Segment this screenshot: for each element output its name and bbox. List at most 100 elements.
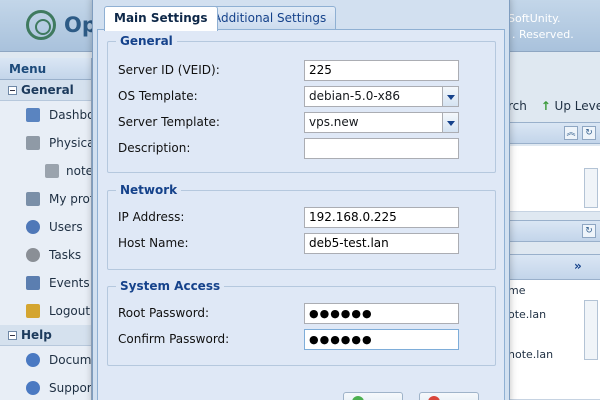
os-template-select[interactable]: debian-5.0-x86 [304, 86, 459, 107]
support-icon [26, 381, 40, 395]
fieldset-legend: Network [116, 183, 182, 197]
sidebar-item-label: Documer [49, 353, 91, 367]
description-label: Description: [118, 141, 191, 155]
os-template-label: OS Template: [118, 89, 198, 103]
sidebar-item-label: Tasks [49, 248, 82, 262]
sidebar-item-label: My profil [49, 192, 91, 206]
profile-icon [26, 192, 40, 206]
main-toolbar: rch ↑ Up Level [508, 94, 600, 118]
collapse-icon[interactable] [8, 86, 17, 95]
sidebar-item-dashboard[interactable]: Dashbo [0, 101, 91, 129]
refresh-icon[interactable]: ↻ [582, 126, 596, 140]
ip-address-row: IP Address: 192.168.0.225 [118, 207, 488, 229]
tab-body: General Server ID (VEID): 225 OS Templat… [97, 30, 505, 400]
cancel-icon [428, 396, 440, 400]
copyright-line-2: . Reserved. [512, 28, 574, 41]
server-template-row: Server Template: vps.new [118, 112, 488, 134]
fieldset-general: General Server ID (VEID): 225 OS Templat… [107, 34, 496, 173]
main-area: rch ↑ Up Level ︽ ↻ ↻ » me ote.lan note.l… [508, 58, 600, 400]
server-icon [26, 136, 40, 150]
sidebar-item-label: note. [66, 164, 91, 178]
sidebar-item-physical[interactable]: Physical [0, 129, 91, 157]
root-password-label: Root Password: [118, 306, 210, 320]
grid-cell: note.lan [508, 348, 554, 361]
collapse-icon[interactable] [8, 331, 17, 340]
sidebar-item-logout[interactable]: Logout [0, 297, 91, 325]
sidebar-group-help[interactable]: Help [0, 325, 91, 346]
sidebar: Menu General Dashbo Physical note. My pr… [0, 58, 92, 400]
confirm-password-label: Confirm Password: [118, 332, 230, 346]
grid-header-cell: me [508, 284, 526, 297]
sidebar-item-label: Physical [49, 136, 91, 150]
sidebar-item-tasks[interactable]: Tasks [0, 241, 91, 269]
server-template-value[interactable]: vps.new [304, 112, 443, 133]
sidebar-item-label: Logout [49, 304, 91, 318]
users-icon [26, 220, 40, 234]
chevron-down-icon[interactable] [442, 112, 459, 133]
panel-header: ↻ [508, 220, 600, 242]
dashboard-icon [26, 108, 40, 122]
servers-grid [508, 146, 600, 212]
sidebar-item-documentation[interactable]: Documer [0, 346, 91, 374]
ip-address-label: IP Address: [118, 210, 185, 224]
help-icon [26, 353, 40, 367]
server-id-label: Server ID (VEID): [118, 63, 220, 77]
panel-header: » [508, 254, 600, 280]
copyright-line-1: SoftUnity. [508, 12, 561, 25]
sidebar-item-events-log[interactable]: Events lo [0, 269, 91, 297]
root-password-input[interactable]: ●●●●●● [304, 303, 459, 324]
grid-cell: ote.lan [508, 308, 547, 321]
fieldset-network: Network IP Address: 192.168.0.225 Host N… [107, 183, 496, 270]
sidebar-item-node[interactable]: note. [0, 157, 91, 185]
sidebar-item-label: Support [49, 381, 91, 395]
tasks-grid: me ote.lan note.lan [508, 280, 600, 400]
sidebar-item-label: Users [49, 220, 83, 234]
os-template-value[interactable]: debian-5.0-x86 [304, 86, 443, 107]
fieldset-legend: General [116, 34, 177, 48]
up-arrow-icon: ↑ [540, 99, 551, 113]
panel-header: ︽ ↻ [508, 122, 600, 144]
sidebar-group-general[interactable]: General [0, 80, 91, 101]
server-template-select[interactable]: vps.new [304, 112, 459, 133]
confirm-password-input[interactable]: ●●●●●● [304, 329, 459, 350]
description-input[interactable] [304, 138, 459, 159]
tab-strip: Main Settings Additional Settings [93, 0, 511, 31]
ip-address-input[interactable]: 192.168.0.225 [304, 207, 459, 228]
tab-main-settings[interactable]: Main Settings [104, 6, 218, 31]
sidebar-title: Menu [0, 58, 91, 80]
root-password-row: Root Password: ●●●●●● [118, 303, 488, 325]
os-template-row: OS Template: debian-5.0-x86 [118, 86, 488, 108]
server-id-input[interactable]: 225 [304, 60, 459, 81]
logout-icon [26, 304, 40, 318]
cancel-button[interactable] [419, 392, 479, 400]
server-id-row: Server ID (VEID): 225 [118, 60, 488, 82]
search-button[interactable]: rch [508, 99, 527, 113]
tab-additional-settings[interactable]: Additional Settings [203, 6, 337, 30]
sidebar-item-label: Dashbo [49, 108, 91, 122]
up-level-button[interactable]: Up Level [555, 99, 600, 113]
host-name-input[interactable]: deb5-test.lan [304, 233, 459, 254]
sidebar-group-label: General [21, 83, 74, 97]
refresh-icon[interactable]: ↻ [582, 224, 596, 238]
sidebar-item-label: Events lo [49, 276, 91, 290]
gear-icon [26, 248, 40, 262]
sidebar-item-support[interactable]: Support [0, 374, 91, 400]
fieldset-legend: System Access [116, 279, 225, 293]
fieldset-system-access: System Access Root Password: ●●●●●● Conf… [107, 279, 496, 366]
chevron-down-icon[interactable] [442, 86, 459, 107]
collapse-panel-icon[interactable]: ︽ [564, 126, 578, 140]
scrollbar[interactable] [584, 168, 598, 208]
sidebar-item-users[interactable]: Users [0, 213, 91, 241]
events-log-icon [26, 276, 40, 290]
ok-button[interactable] [343, 392, 403, 400]
server-template-label: Server Template: [118, 115, 220, 129]
expand-icon[interactable]: » [574, 259, 582, 273]
app-logo-icon [26, 10, 56, 40]
host-name-row: Host Name: deb5-test.lan [118, 233, 488, 255]
sidebar-item-my-profile[interactable]: My profil [0, 185, 91, 213]
host-name-label: Host Name: [118, 236, 189, 250]
sidebar-group-label: Help [21, 328, 52, 342]
confirm-password-row: Confirm Password: ●●●●●● [118, 329, 488, 351]
description-row: Description: [118, 138, 488, 160]
scrollbar[interactable] [584, 300, 598, 360]
